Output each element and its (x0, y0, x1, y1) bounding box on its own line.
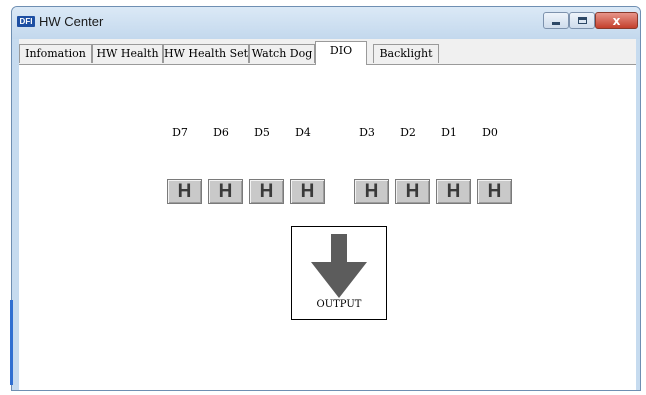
app-window: DFI HW Center x Infomation HW Health HW … (11, 6, 641, 391)
tab-hw-health[interactable]: HW Health (92, 44, 163, 63)
bit-button-d4[interactable]: H (290, 179, 325, 204)
direction-label: OUTPUT (316, 299, 362, 310)
bit-button-d3[interactable]: H (354, 179, 389, 204)
close-button[interactable]: x (595, 12, 638, 29)
tab-backlight[interactable]: Backlight (373, 44, 439, 63)
bit-label-d2: D2 (400, 126, 416, 139)
tab-hw-health-set[interactable]: HW Health Set (163, 44, 249, 63)
bit-label-d3: D3 (359, 126, 375, 139)
maximize-button[interactable] (569, 12, 595, 29)
bit-button-d7[interactable]: H (167, 179, 202, 204)
bit-button-d2[interactable]: H (395, 179, 430, 204)
close-icon: x (612, 13, 621, 28)
dio-panel: D7 D6 D5 D4 D3 D2 D1 D0 H H H H H H H H … (19, 64, 636, 390)
bit-label-d0: D0 (482, 126, 498, 139)
tab-infomation[interactable]: Infomation (19, 44, 92, 63)
tab-watch-dog[interactable]: Watch Dog (249, 44, 315, 63)
tab-dio[interactable]: DIO (315, 41, 367, 65)
arrow-down-icon (311, 234, 367, 298)
bit-label-d5: D5 (254, 126, 270, 139)
app-logo-icon: DFI (17, 16, 35, 27)
bit-button-d5[interactable]: H (249, 179, 284, 204)
bit-button-d0[interactable]: H (477, 179, 512, 204)
minimize-icon (552, 21, 560, 25)
minimize-button[interactable] (543, 12, 569, 29)
client-area: Infomation HW Health HW Health Set Watch… (19, 39, 636, 390)
window-title: HW Center (39, 14, 104, 29)
bit-button-d6[interactable]: H (208, 179, 243, 204)
bit-label-d6: D6 (213, 126, 229, 139)
title-bar[interactable]: DFI HW Center x (12, 7, 640, 39)
bit-label-d7: D7 (172, 126, 188, 139)
maximize-icon (577, 17, 587, 24)
direction-toggle-button[interactable]: OUTPUT (291, 226, 387, 320)
tab-strip: Infomation HW Health HW Health Set Watch… (19, 39, 636, 65)
window-left-edge (10, 300, 13, 385)
bit-button-d1[interactable]: H (436, 179, 471, 204)
bit-label-d4: D4 (295, 126, 311, 139)
bit-label-d1: D1 (441, 126, 457, 139)
